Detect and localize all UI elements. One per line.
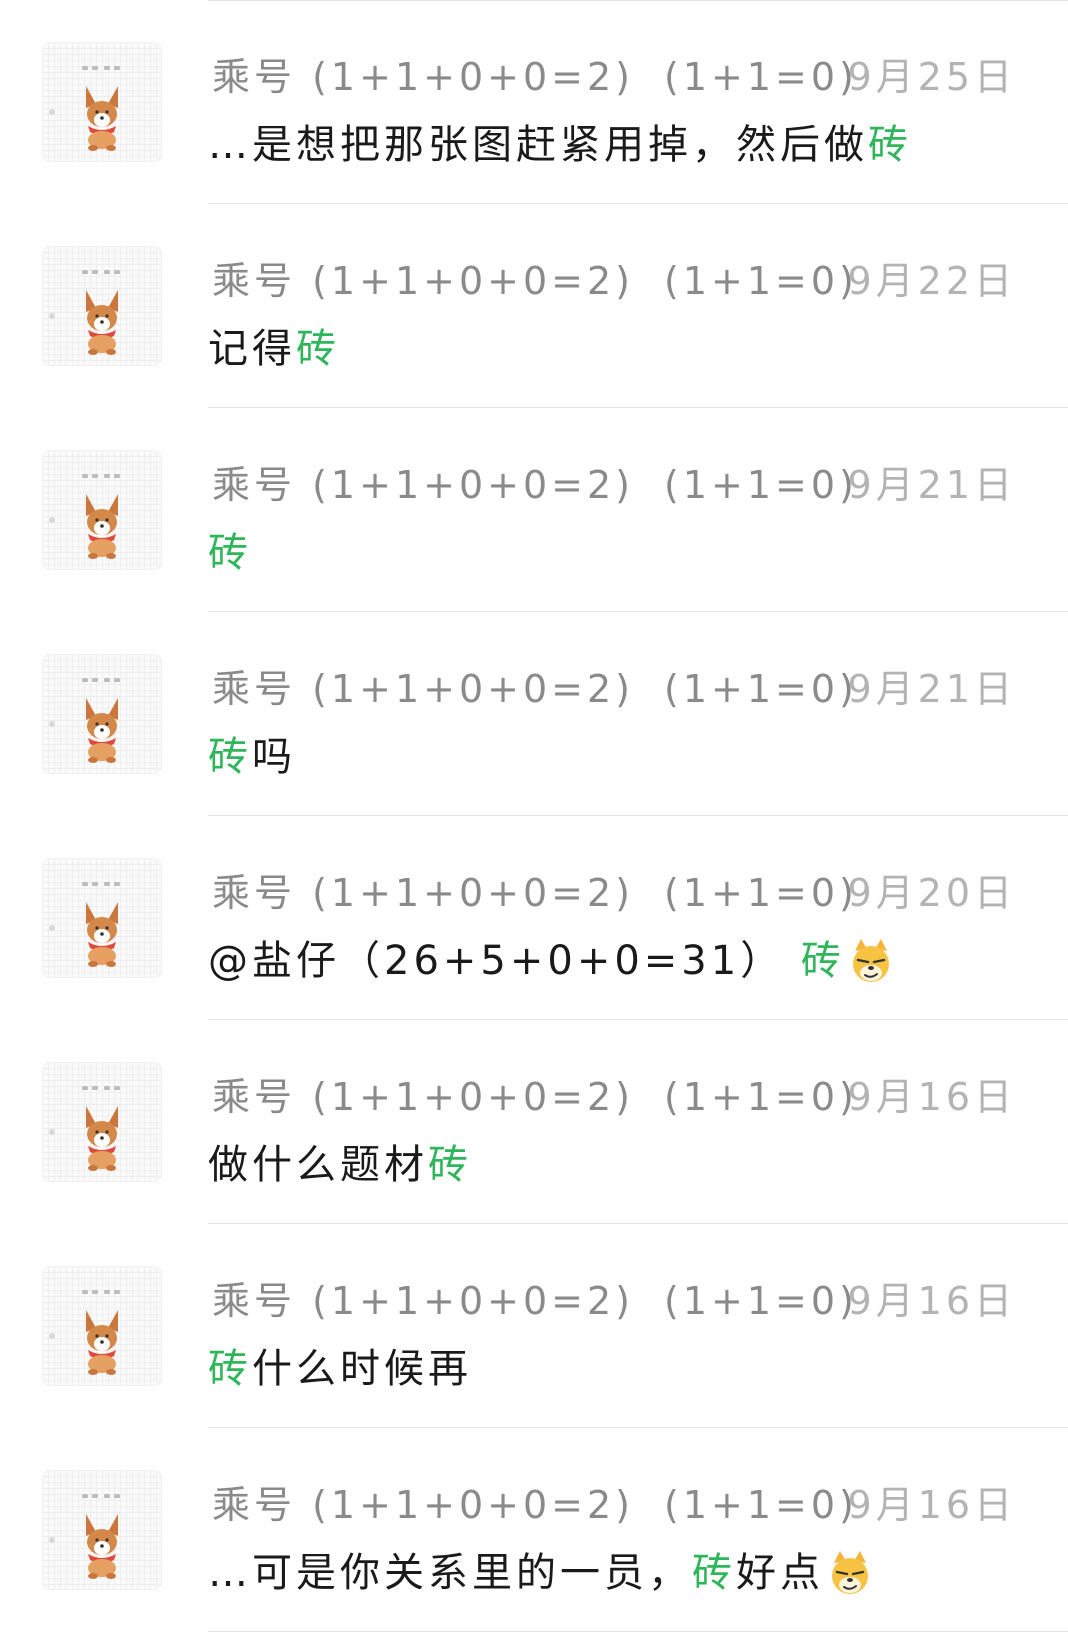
sender-name: 乘号 (1+1+0+0=2) (1+1=0) bbox=[212, 658, 858, 713]
message-date: 9月25日 bbox=[847, 55, 1016, 99]
sender-score-a: (1+1+0+0=2) bbox=[312, 1075, 635, 1119]
message-date: 9月16日 bbox=[847, 1279, 1016, 1323]
sender-score-a: (1+1+0+0=2) bbox=[312, 1279, 635, 1323]
corgi-avatar-icon bbox=[49, 678, 120, 763]
message-text-before: 做什么题材 bbox=[208, 1142, 428, 1188]
avatar[interactable] bbox=[42, 858, 162, 978]
sender-score-b: (1+1=0) bbox=[664, 667, 858, 711]
message-preview: 做什么题材砖 bbox=[208, 1132, 472, 1190]
avatar[interactable] bbox=[42, 246, 162, 366]
message-preview: 记得砖 bbox=[208, 316, 340, 374]
avatar[interactable] bbox=[42, 654, 162, 774]
corgi-avatar-icon bbox=[49, 1494, 120, 1579]
message-date: 9月21日 bbox=[847, 463, 1016, 507]
sender-nickname: 乘号 bbox=[212, 871, 297, 915]
message-text-before: 记得 bbox=[208, 326, 296, 372]
sender-score-b: (1+1=0) bbox=[664, 55, 858, 99]
result-item[interactable]: 乘号 (1+1+0+0=2) (1+1=0) 9月16日 …可是你关系里的一员，砖… bbox=[0, 1428, 1068, 1632]
message-date: 9月16日 bbox=[847, 1483, 1016, 1527]
sender-name: 乘号 (1+1+0+0=2) (1+1=0) bbox=[212, 862, 858, 917]
message-preview: @盐仔（26+5+0+0=31） 砖 bbox=[208, 928, 895, 987]
corgi-avatar-icon bbox=[49, 882, 120, 967]
sender-score-b: (1+1=0) bbox=[664, 1279, 858, 1323]
sender-name: 乘号 (1+1+0+0=2) (1+1=0) bbox=[212, 250, 858, 305]
highlighted-keyword: 砖 bbox=[800, 938, 845, 984]
avatar[interactable] bbox=[42, 42, 162, 162]
sender-score-a: (1+1+0+0=2) bbox=[312, 55, 635, 99]
sender-score-a: (1+1+0+0=2) bbox=[312, 1483, 635, 1527]
sender-name: 乘号 (1+1+0+0=2) (1+1=0) bbox=[212, 1474, 858, 1529]
message-date: 9月21日 bbox=[847, 667, 1016, 711]
sender-score-b: (1+1=0) bbox=[664, 259, 858, 303]
message-text-after: 好点 bbox=[736, 1550, 824, 1596]
message-preview: 砖什么时候再 bbox=[208, 1336, 472, 1394]
message-preview: …是想把那张图赶紧用掉，然后做砖 bbox=[208, 112, 912, 170]
sender-nickname: 乘号 bbox=[212, 55, 297, 99]
message-preview: …可是你关系里的一员，砖好点 bbox=[208, 1540, 874, 1599]
sender-score-a: (1+1+0+0=2) bbox=[312, 463, 635, 507]
sender-nickname: 乘号 bbox=[212, 259, 297, 303]
message-preview: 砖 bbox=[208, 520, 252, 578]
sender-score-a: (1+1+0+0=2) bbox=[312, 871, 635, 915]
highlighted-keyword: 砖 bbox=[296, 326, 340, 372]
sender-nickname: 乘号 bbox=[212, 463, 297, 507]
result-item[interactable]: 乘号 (1+1+0+0=2) (1+1=0) 9月21日 砖 bbox=[0, 408, 1068, 612]
sender-score-b: (1+1=0) bbox=[664, 871, 858, 915]
sender-score-a: (1+1+0+0=2) bbox=[312, 259, 635, 303]
highlighted-keyword: 砖 bbox=[868, 122, 912, 168]
sender-nickname: 乘号 bbox=[212, 1075, 297, 1119]
result-item[interactable]: 乘号 (1+1+0+0=2) (1+1=0) 9月16日 砖什么时候再 bbox=[0, 1224, 1068, 1428]
message-preview: 砖吗 bbox=[208, 724, 296, 782]
message-date: 9月16日 bbox=[847, 1075, 1016, 1119]
sender-name: 乘号 (1+1+0+0=2) (1+1=0) bbox=[212, 46, 858, 101]
message-text-before: …可是你关系里的一员， bbox=[208, 1550, 692, 1596]
corgi-avatar-icon bbox=[49, 474, 120, 559]
result-item[interactable]: 乘号 (1+1+0+0=2) (1+1=0) 9月22日 记得砖 bbox=[0, 204, 1068, 408]
sender-nickname: 乘号 bbox=[212, 1483, 297, 1527]
highlighted-keyword: 砖 bbox=[692, 1550, 736, 1596]
message-text-after: 什么时候再 bbox=[252, 1346, 472, 1392]
highlighted-keyword: 砖 bbox=[208, 1346, 252, 1392]
highlighted-keyword: 砖 bbox=[428, 1142, 472, 1188]
sender-name: 乘号 (1+1+0+0=2) (1+1=0) bbox=[212, 1066, 858, 1121]
highlighted-keyword: 砖 bbox=[208, 530, 252, 576]
message-date: 9月22日 bbox=[847, 259, 1016, 303]
sender-score-b: (1+1=0) bbox=[664, 1483, 858, 1527]
message-text-before: …是想把那张图赶紧用掉，然后做 bbox=[208, 122, 868, 168]
message-date: 9月20日 bbox=[847, 871, 1016, 915]
search-results-list: 乘号 (1+1+0+0=2) (1+1=0) 9月25日 …是想把那张图赶紧用掉，… bbox=[0, 0, 1068, 1632]
corgi-avatar-icon bbox=[49, 1086, 120, 1171]
corgi-avatar-icon bbox=[49, 66, 120, 151]
sender-score-a: (1+1+0+0=2) bbox=[312, 667, 635, 711]
result-item[interactable]: 乘号 (1+1+0+0=2) (1+1=0) 9月21日 砖吗 bbox=[0, 612, 1068, 816]
highlighted-keyword: 砖 bbox=[208, 734, 252, 780]
sender-nickname: 乘号 bbox=[212, 1279, 297, 1323]
sender-nickname: 乘号 bbox=[212, 667, 297, 711]
divider bbox=[208, 1631, 1068, 1632]
corgi-avatar-icon bbox=[49, 270, 120, 355]
sender-name: 乘号 (1+1+0+0=2) (1+1=0) bbox=[212, 1270, 858, 1325]
smirk-emoji-icon bbox=[847, 937, 895, 985]
avatar[interactable] bbox=[42, 1266, 162, 1386]
avatar[interactable] bbox=[42, 1470, 162, 1590]
message-text-before: @盐仔（26+5+0+0=31） bbox=[208, 938, 801, 984]
smirk-emoji-icon bbox=[826, 1549, 874, 1597]
result-item[interactable]: 乘号 (1+1+0+0=2) (1+1=0) 9月16日 做什么题材砖 bbox=[0, 1020, 1068, 1224]
message-text-after: 吗 bbox=[252, 734, 296, 780]
avatar[interactable] bbox=[42, 1062, 162, 1182]
result-item[interactable]: 乘号 (1+1+0+0=2) (1+1=0) 9月25日 …是想把那张图赶紧用掉，… bbox=[0, 0, 1068, 204]
sender-score-b: (1+1=0) bbox=[664, 463, 858, 507]
result-item[interactable]: 乘号 (1+1+0+0=2) (1+1=0) 9月20日 @盐仔（26+5+0+0… bbox=[0, 816, 1068, 1020]
sender-name: 乘号 (1+1+0+0=2) (1+1=0) bbox=[212, 454, 858, 509]
sender-score-b: (1+1=0) bbox=[664, 1075, 858, 1119]
corgi-avatar-icon bbox=[49, 1290, 120, 1375]
avatar[interactable] bbox=[42, 450, 162, 570]
